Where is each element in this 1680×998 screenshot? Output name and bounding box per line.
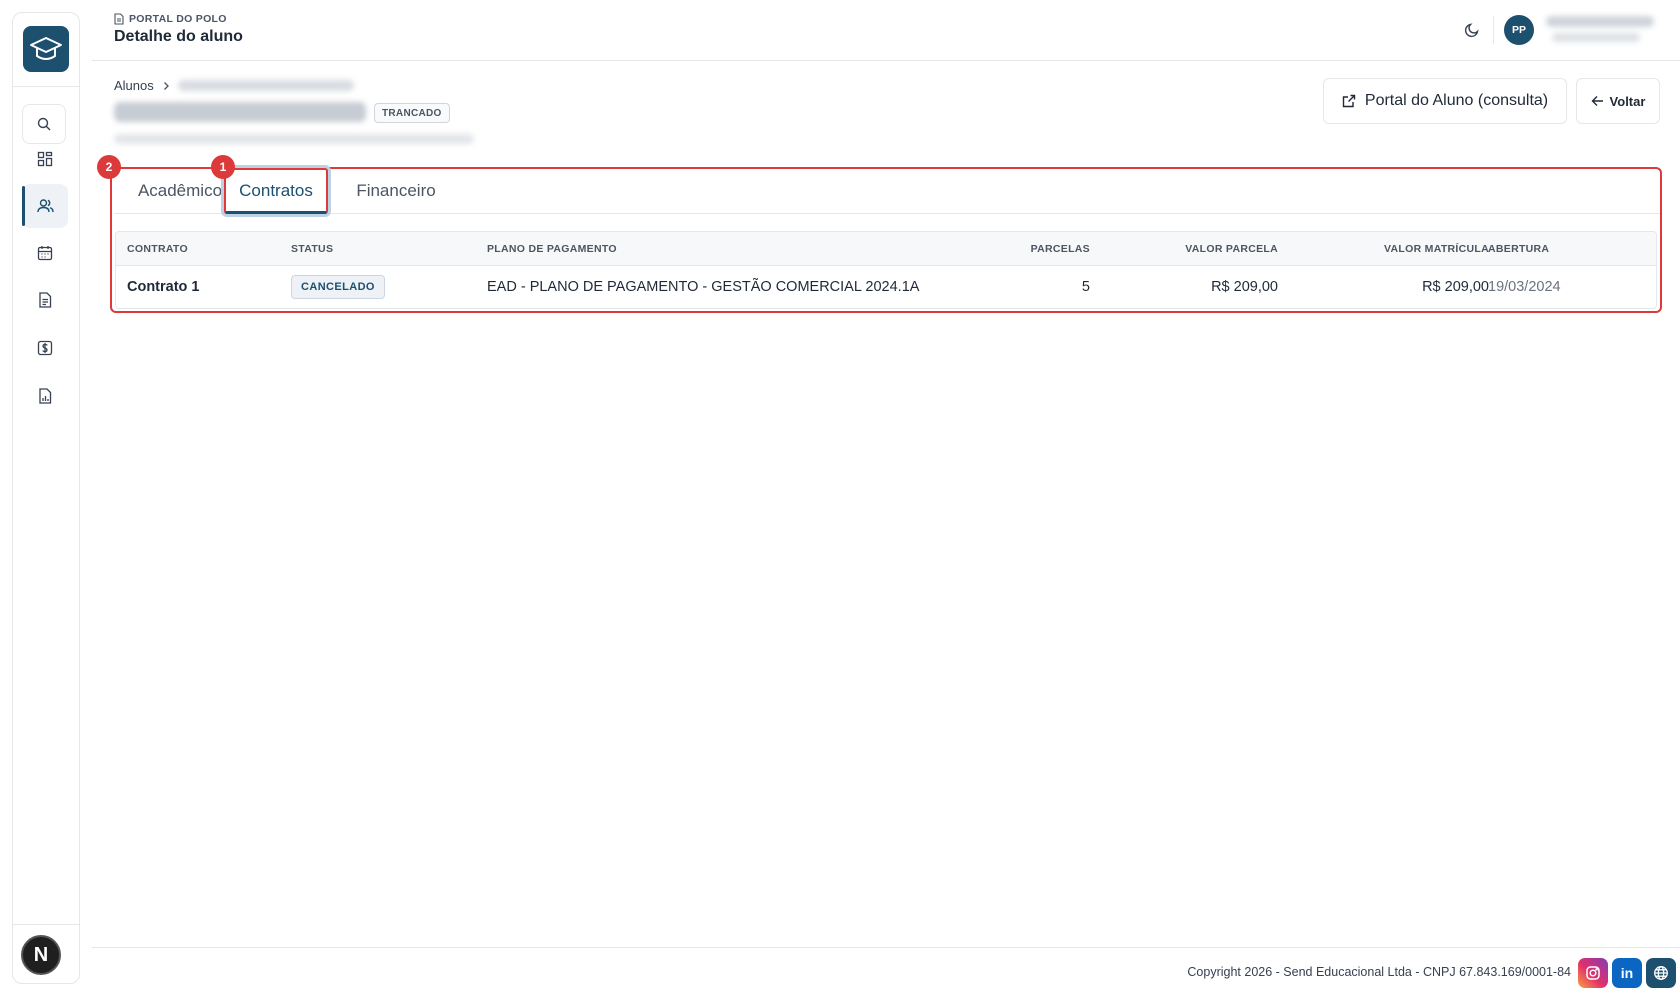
breadcrumb: Alunos <box>114 78 354 93</box>
student-info-redacted <box>114 134 474 144</box>
arrow-left-icon <box>1591 96 1603 106</box>
page-title: Detalhe do aluno <box>114 28 243 45</box>
sidebar: N <box>12 12 80 984</box>
table-header: CONTRATO STATUS PLANO DE PAGAMENTO PARCE… <box>116 232 1656 266</box>
cell-valor-parcela: R$ 209,00 <box>1211 279 1278 295</box>
column-valor-matricula: VALOR MATRÍCULA <box>1383 243 1489 255</box>
table-row[interactable]: Contrato 1 CANCELADO EAD - PLANO DE PAGA… <box>116 266 1656 308</box>
sidebar-bottom-divider <box>13 924 79 925</box>
back-button[interactable]: Voltar <box>1576 78 1660 124</box>
instagram-icon[interactable] <box>1578 958 1608 988</box>
column-plano: PLANO DE PAGAMENTO <box>487 243 617 255</box>
cell-abertura: 19/03/2024 <box>1488 279 1561 295</box>
column-valor-parcela: VALOR PARCELA <box>1185 243 1278 255</box>
globe-icon[interactable] <box>1646 958 1676 988</box>
users-icon[interactable] <box>22 184 68 228</box>
section-label-text: PORTAL DO POLO <box>129 13 227 25</box>
report-icon[interactable] <box>22 374 68 418</box>
cell-status-badge: CANCELADO <box>291 275 385 299</box>
cell-contrato: Contrato 1 <box>127 279 200 295</box>
breadcrumb-alunos[interactable]: Alunos <box>114 78 154 93</box>
student-name-redacted <box>114 102 366 122</box>
top-header: PORTAL DO POLO Detalhe do aluno PP <box>92 0 1680 61</box>
tab-financeiro[interactable]: Financeiro <box>336 168 456 214</box>
calendar-icon[interactable] <box>22 231 68 275</box>
next-devtools-button[interactable]: N <box>21 935 61 975</box>
footer-copyright: Copyright 2026 - Send Educacional Ltda -… <box>1187 965 1571 979</box>
dollar-icon[interactable] <box>22 326 68 370</box>
breadcrumb-student-redacted <box>177 80 354 91</box>
dashboard-icon[interactable] <box>22 137 68 181</box>
graduation-cap-icon[interactable] <box>23 26 69 72</box>
cell-plano: EAD - PLANO DE PAGAMENTO - GESTÃO COMERC… <box>487 279 920 295</box>
column-parcelas: PARCELAS <box>1030 243 1090 255</box>
back-label: Voltar <box>1609 93 1646 109</box>
contracts-table: CONTRATO STATUS PLANO DE PAGAMENTO PARCE… <box>115 231 1657 309</box>
file-icon <box>114 13 124 25</box>
student-portal-button[interactable]: Portal do Aluno (consulta) <box>1323 78 1567 124</box>
section-label: PORTAL DO POLO <box>114 13 227 25</box>
user-name-redacted <box>1546 16 1654 27</box>
user-email-redacted <box>1552 33 1640 42</box>
cell-valor-matricula: R$ 209,00 <box>1422 279 1489 295</box>
tab-contratos[interactable]: Contratos <box>224 168 328 214</box>
column-abertura: ABERTURA <box>1488 243 1550 255</box>
annotation-marker-1: 1 <box>211 155 235 179</box>
moon-icon[interactable] <box>1460 18 1484 42</box>
student-status-badge: TRANCADO <box>374 103 450 123</box>
column-contrato: CONTRATO <box>127 243 188 255</box>
footer-divider <box>92 947 1680 948</box>
header-separator <box>1493 16 1494 44</box>
linkedin-icon[interactable]: in <box>1612 958 1642 988</box>
external-link-icon <box>1342 94 1356 108</box>
chevron-right-icon <box>163 81 169 90</box>
sidebar-divider <box>13 86 79 87</box>
avatar[interactable]: PP <box>1504 15 1534 45</box>
document-icon[interactable] <box>22 278 68 322</box>
student-portal-label: Portal do Aluno (consulta) <box>1364 92 1549 109</box>
column-status: STATUS <box>291 243 334 255</box>
cell-parcelas: 5 <box>1081 279 1090 295</box>
